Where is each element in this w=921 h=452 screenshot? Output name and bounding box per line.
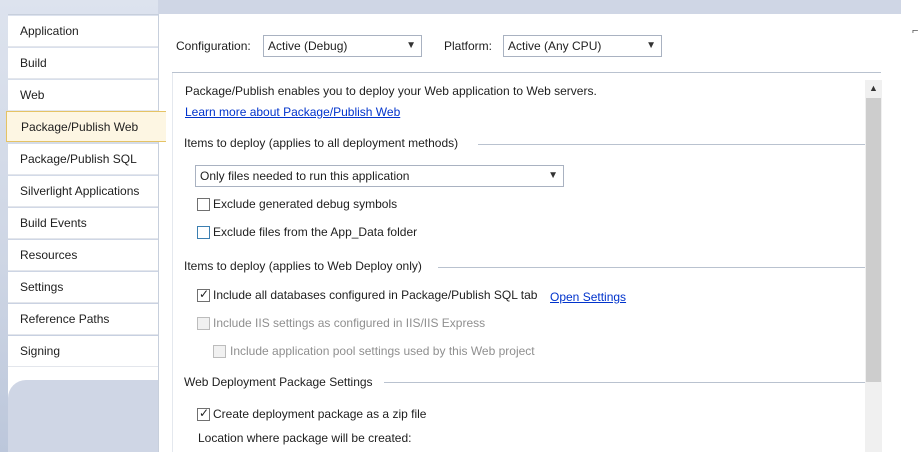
sidebar-top-border <box>8 14 158 15</box>
chevron-down-icon: ▼ <box>406 40 416 51</box>
page-top-border <box>158 0 901 14</box>
tab-signing[interactable]: Signing <box>8 336 158 367</box>
tab-package-publish-web[interactable]: Package/Publish Web <box>6 111 166 142</box>
checkmark-icon: ✓ <box>199 406 210 420</box>
package-settings-divider <box>384 382 865 383</box>
intro-text: Package/Publish enables you to deploy yo… <box>185 84 597 98</box>
tab-settings[interactable]: Settings <box>8 272 158 303</box>
platform-dropdown[interactable]: Active (Any CPU) ▼ <box>503 35 662 57</box>
project-properties-window: Application Build Web Package/Publish We… <box>0 0 921 452</box>
chevron-down-icon: ▼ <box>548 170 558 181</box>
include-apppool-label: Include application pool settings used b… <box>230 344 535 358</box>
exclude-debug-checkbox[interactable] <box>197 198 210 211</box>
vertical-scrollbar[interactable]: ▲ <box>865 80 882 452</box>
include-iis-label: Include IIS settings as configured in II… <box>213 316 486 330</box>
learn-more-link[interactable]: Learn more about Package/Publish Web <box>185 105 400 119</box>
tab-silverlight-applications[interactable]: Silverlight Applications <box>8 176 158 207</box>
package-settings-heading: Web Deployment Package Settings <box>184 375 373 389</box>
items-all-divider <box>478 144 865 145</box>
create-zip-checkbox[interactable]: ✓ <box>197 406 210 421</box>
items-to-deploy-dropdown[interactable]: Only files needed to run this applicatio… <box>195 165 564 187</box>
scroll-up-arrow-icon[interactable]: ▲ <box>865 80 882 97</box>
platform-label: Platform: <box>444 39 493 53</box>
items-webdeploy-divider <box>438 267 865 268</box>
tab-build[interactable]: Build <box>8 48 158 79</box>
items-to-deploy-value: Only files needed to run this applicatio… <box>200 169 410 183</box>
include-apppool-checkbox[interactable] <box>213 345 226 358</box>
configuration-value: Active (Debug) <box>268 39 348 53</box>
package-location-label: Location where package will be created: <box>198 431 412 445</box>
scrollbar-thumb[interactable] <box>866 98 881 382</box>
items-webdeploy-heading: Items to deploy (applies to Web Deploy o… <box>184 259 422 273</box>
open-settings-link[interactable]: Open Settings <box>550 290 626 304</box>
tab-reference-paths[interactable]: Reference Paths <box>8 304 158 335</box>
exclude-debug-label: Exclude generated debug symbols <box>213 197 398 211</box>
panel-edge-icon: ⌐ <box>912 25 919 37</box>
tab-web[interactable]: Web <box>8 80 158 111</box>
create-zip-label: Create deployment package as a zip file <box>213 407 427 421</box>
tab-strip-background <box>8 380 158 452</box>
configuration-label: Configuration: <box>176 39 251 53</box>
configuration-dropdown[interactable]: Active (Debug) ▼ <box>263 35 422 57</box>
exclude-appdata-label: Exclude files from the App_Data folder <box>213 225 418 239</box>
include-databases-checkbox[interactable]: ✓ <box>197 287 210 302</box>
tab-resources[interactable]: Resources <box>8 240 158 271</box>
tab-package-publish-sql[interactable]: Package/Publish SQL <box>8 144 158 175</box>
tab-build-events[interactable]: Build Events <box>8 208 158 239</box>
items-all-heading: Items to deploy (applies to all deployme… <box>184 136 459 150</box>
tab-application[interactable]: Application <box>8 16 158 47</box>
checkmark-icon: ✓ <box>199 287 210 301</box>
platform-value: Active (Any CPU) <box>508 39 602 53</box>
include-iis-checkbox[interactable] <box>197 317 210 330</box>
exclude-appdata-checkbox[interactable] <box>197 226 210 239</box>
outer-panel <box>901 0 921 452</box>
include-databases-label: Include all databases configured in Pack… <box>213 288 538 302</box>
chevron-down-icon: ▼ <box>646 40 656 51</box>
